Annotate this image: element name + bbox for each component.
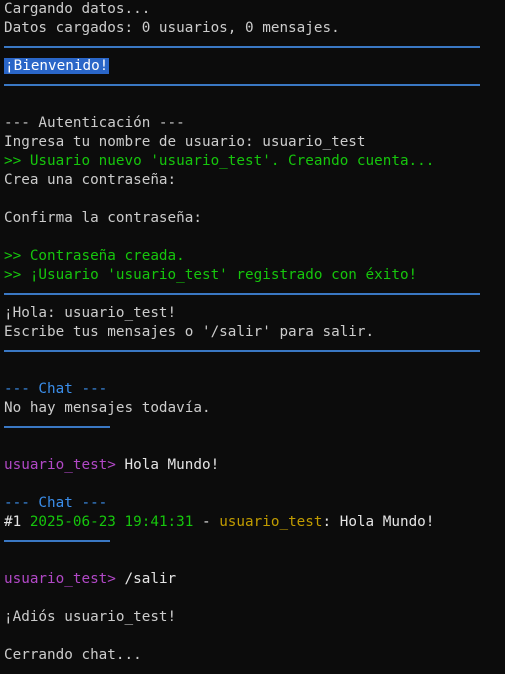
message-text: : Hola Mundo! bbox=[322, 514, 435, 530]
divider bbox=[4, 293, 480, 295]
divider bbox=[4, 46, 480, 48]
selected-text[interactable]: ¡Bienvenido! bbox=[4, 58, 110, 74]
empty-chat-message: No hay mensajes todavía. bbox=[4, 400, 211, 416]
message-user: usuario_test bbox=[219, 514, 323, 530]
registered-message: >> ¡Usuario 'usuario_test' registrado co… bbox=[4, 267, 418, 283]
message-separator: - bbox=[193, 514, 220, 530]
loaded-line: Datos cargados: 0 usuarios, 0 mensajes. bbox=[4, 20, 340, 36]
chat-header: --- Chat --- bbox=[4, 381, 108, 397]
new-user-message: >> Usuario nuevo 'usuario_test'. Creando… bbox=[4, 153, 435, 169]
divider bbox=[4, 84, 480, 86]
prompt-label: usuario_test> bbox=[4, 457, 116, 473]
typed-command: /salir bbox=[115, 571, 177, 587]
welcome-line: ¡Bienvenido! bbox=[4, 57, 110, 76]
input-line: usuario_test> /salir bbox=[4, 570, 176, 589]
divider bbox=[4, 350, 480, 352]
loading-line: Cargando datos... bbox=[4, 1, 151, 17]
terminal-window[interactable]: Cargando datos... Datos cargados: 0 usua… bbox=[0, 0, 505, 674]
closing-line: Cerrando chat... bbox=[4, 647, 142, 663]
message-index: #1 bbox=[4, 514, 30, 530]
confirm-password-prompt: Confirma la contraseña: bbox=[4, 210, 202, 226]
password-created-message: >> Contraseña creada. bbox=[4, 248, 185, 264]
chat-divider bbox=[4, 540, 110, 542]
create-password-prompt: Crea una contraseña: bbox=[4, 172, 177, 188]
message-timestamp: 2025-06-23 19:41:31 bbox=[29, 514, 194, 530]
prompt-label: usuario_test> bbox=[4, 571, 116, 587]
greeting-line: ¡Hola: usuario_test! bbox=[4, 305, 177, 321]
instructions-line: Escribe tus mensajes o '/salir' para sal… bbox=[4, 324, 375, 340]
auth-header: --- Autenticación --- bbox=[4, 115, 185, 131]
chat-message: #1 2025-06-23 19:41:31 - usuario_test: H… bbox=[4, 513, 434, 532]
chat-divider bbox=[4, 426, 110, 428]
username-prompt-line: Ingresa tu nombre de usuario: usuario_te… bbox=[4, 134, 366, 150]
input-line: usuario_test> Hola Mundo! bbox=[4, 456, 219, 475]
typed-command: Hola Mundo! bbox=[115, 457, 220, 473]
chat-header: --- Chat --- bbox=[4, 495, 108, 511]
goodbye-line: ¡Adiós usuario_test! bbox=[4, 609, 177, 625]
